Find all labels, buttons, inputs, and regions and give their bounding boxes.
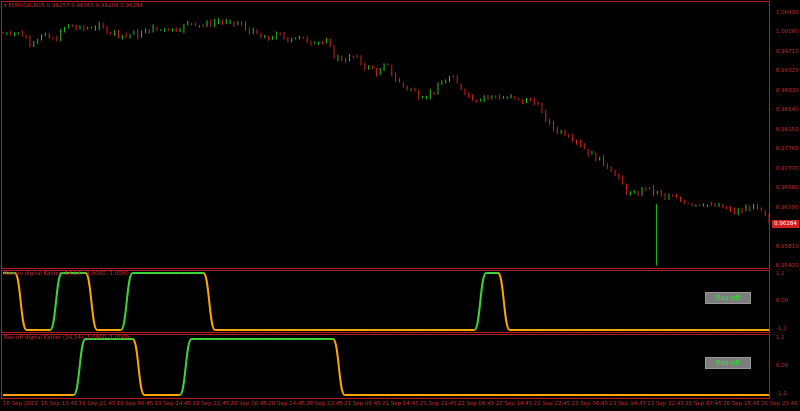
time-tick: 22 Sep 14:45: [495, 401, 533, 407]
price-tick: 0.97370: [776, 165, 799, 172]
time-tick: 26 Sep 23:45: [761, 401, 798, 407]
indicator1-label-top: 1.1: [776, 271, 785, 277]
indicator1-label-mid: 0.00: [776, 298, 789, 304]
price-tick: 0.96980: [776, 185, 799, 192]
chart-title-text: EURUSD,M15 0.96257 0.96365 0.96208 0.962…: [8, 3, 144, 9]
indicator2-title: Ras-off digital Kahler (14,14) -1.0000 -…: [4, 335, 130, 341]
time-tick: 23 Sep 06:45: [571, 401, 609, 407]
indicator2-panel[interactable]: [1, 334, 770, 399]
time-axis: 16 Sep 2022 16 Sep 13:45 16 Sep 21:45 19 Se…: [0, 400, 800, 411]
time-tick: 26 Sep 07:45: [685, 401, 722, 407]
indicator2-label-top: 1.1: [776, 335, 785, 341]
time-tick: 20 Sep 22:45: [306, 401, 343, 407]
ras-off-button-1[interactable]: Ras-off: [705, 292, 751, 304]
price-tick: 0.96590: [776, 204, 799, 211]
price-tick: 0.99320: [776, 68, 799, 75]
indicator1-label-bottom: -1.1: [776, 326, 787, 332]
time-tick: 26 Sep 15:45: [723, 401, 760, 407]
time-tick: 21 Sep 14:45: [382, 401, 419, 407]
dropdown-triangle-icon[interactable]: ▾: [4, 3, 7, 9]
chart-window: ▾ EURUSD,M15 0.96257 0.96365 0.96208 0.9…: [0, 0, 800, 411]
time-tick: 20 Sep 06:45: [230, 401, 268, 407]
price-tick: 0.99710: [776, 48, 799, 55]
price-tick: 1.00100: [776, 29, 799, 36]
time-tick: 22 Sep 06:45: [457, 401, 495, 407]
time-tick: 19 Sep 06:45: [116, 401, 154, 407]
indicator2-label-mid: 0.00: [776, 363, 789, 369]
time-tick: 20 Sep 14:45: [268, 401, 306, 407]
time-tick: 16 Sep 2022: [3, 401, 38, 407]
time-tick: 19 Sep 14:45: [154, 401, 192, 407]
price-tick: 0.95810: [776, 243, 799, 250]
indicator2-label-bottom: -1.1: [776, 391, 787, 397]
price-tick: 0.95420: [776, 263, 799, 269]
price-tick: 0.98150: [776, 126, 799, 133]
time-tick: 21 Sep 22:45: [419, 401, 457, 407]
time-tick: 19 Sep 22:45: [192, 401, 230, 407]
time-tick: 22 Sep 22:45: [533, 401, 571, 407]
ras-off-button-2[interactable]: Ras-off: [705, 357, 751, 369]
time-tick: 16 Sep 13:45: [40, 401, 78, 407]
price-tick: 0.98930: [776, 87, 799, 94]
price-tick: 0.98540: [776, 107, 799, 114]
time-tick: 16 Sep 21:45: [78, 401, 116, 407]
time-tick: 21 Sep 06:45: [344, 401, 381, 407]
price-tick: 1.00490: [776, 10, 799, 16]
chart-title: ▾ EURUSD,M15 0.96257 0.96365 0.96208 0.9…: [4, 3, 143, 9]
indicator1-panel[interactable]: [1, 270, 770, 333]
price-tick: 0.97760: [776, 146, 799, 153]
time-tick: 23 Sep 22:45: [647, 401, 685, 407]
time-tick: 23 Sep 14:45: [609, 401, 647, 407]
indicator1-title: Ras-on digital Kahler (14,14) -1.0000 -1…: [4, 271, 129, 277]
current-price-tag: 0.96284: [772, 220, 799, 228]
